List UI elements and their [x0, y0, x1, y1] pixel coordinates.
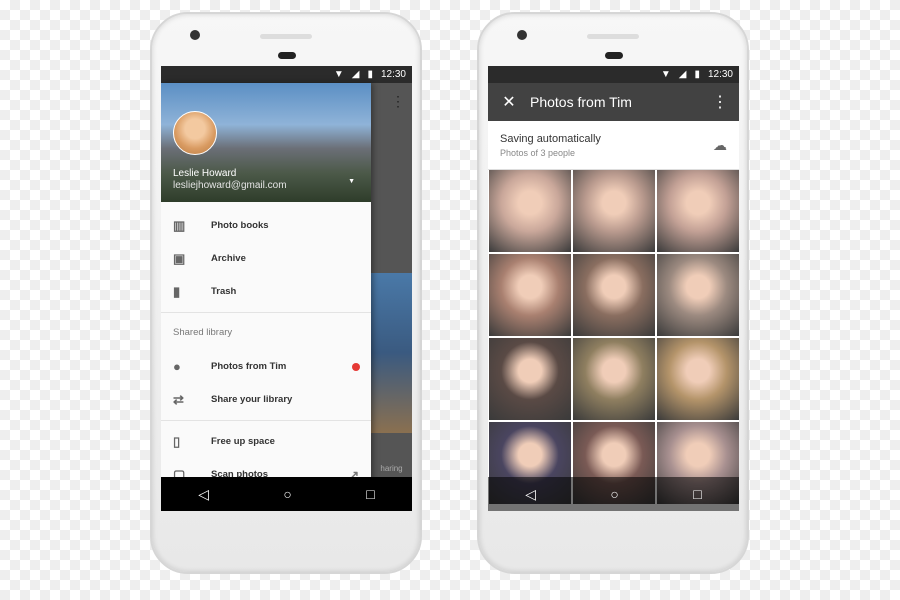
speaker	[587, 34, 639, 39]
notification-dot	[352, 362, 360, 371]
photo-thumbnail[interactable]	[489, 338, 571, 420]
battery-icon: ▮	[694, 69, 700, 80]
divider	[161, 420, 371, 421]
photo-thumbnail[interactable]	[573, 170, 655, 252]
divider	[161, 312, 371, 313]
left-screen: ▼ ◢ ▮ 12:30 ⋮ haring Leslie Howard lesliejh…	[161, 66, 412, 511]
page-title: Photos from Tim	[530, 94, 632, 110]
nav-bar: ◁ ○ □	[488, 477, 739, 511]
close-icon[interactable]: ✕	[488, 92, 530, 112]
photo-thumbnail[interactable]	[657, 338, 739, 420]
speaker	[260, 34, 312, 39]
chevron-down-icon[interactable]: ▼	[348, 178, 355, 185]
phone-check-icon: ▯	[173, 433, 181, 449]
more-icon: ⋮	[391, 93, 405, 109]
label: Photo books	[211, 220, 269, 231]
home-icon[interactable]: ○	[283, 486, 291, 502]
label: Trash	[211, 286, 237, 297]
trash-icon: ▮	[173, 283, 181, 299]
background-app: ⋮ haring	[371, 83, 412, 477]
battery-icon: ▮	[367, 69, 373, 80]
clock: 12:30	[707, 69, 733, 80]
menu-trash[interactable]: ▮ Trash	[161, 275, 371, 308]
menu-photos-from-tim[interactable]: ● Photos from Tim	[161, 350, 371, 383]
wifi-icon: ▼	[333, 69, 344, 80]
menu-share-library[interactable]: ⇄ Share your library	[161, 383, 371, 416]
saving-banner: Saving automatically Photos of 3 people …	[488, 121, 739, 170]
person-icon: ●	[173, 359, 181, 374]
status-bar: ▼ ◢ ▮ 12:30	[161, 66, 412, 83]
account-email: lesliejhoward@gmail.com	[173, 180, 287, 191]
label: Photos from Tim	[211, 361, 287, 372]
account-header: Leslie Howard lesliejhoward@gmail.com ▼	[161, 83, 371, 202]
tab-sharing[interactable]: haring	[371, 464, 412, 473]
camera	[190, 30, 200, 40]
back-icon[interactable]: ◁	[198, 486, 209, 503]
photo-thumbnail[interactable]	[573, 254, 655, 336]
toolbar: ✕ Photos from Tim ⋮	[488, 83, 739, 121]
share-icon: ⇄	[173, 391, 184, 407]
signal-icon: ◢	[351, 69, 360, 80]
camera	[517, 30, 527, 40]
recents-icon[interactable]: □	[366, 486, 374, 502]
wifi-icon: ▼	[660, 69, 671, 80]
section-header: Shared library	[173, 327, 233, 338]
signal-icon: ◢	[678, 69, 687, 80]
photo-thumbnail[interactable]	[489, 170, 571, 252]
photo-book-icon: ▥	[173, 217, 186, 233]
banner-subtitle: Photos of 3 people	[500, 148, 576, 158]
cloud-done-icon[interactable]: ☁	[713, 137, 727, 154]
sensor	[605, 52, 623, 59]
back-icon[interactable]: ◁	[525, 486, 536, 503]
menu-archive[interactable]: ▣ Archive	[161, 242, 371, 275]
photo-thumbnail[interactable]	[657, 254, 739, 336]
navigation-drawer: Leslie Howard lesliejhoward@gmail.com ▼ …	[161, 83, 371, 494]
photo-thumbnail[interactable]	[573, 338, 655, 420]
status-bar: ▼ ◢ ▮ 12:30	[488, 66, 739, 83]
clock: 12:30	[380, 69, 406, 80]
archive-icon: ▣	[173, 250, 186, 266]
more-icon[interactable]: ⋮	[701, 92, 739, 112]
banner-title: Saving automatically	[500, 133, 601, 145]
photo-thumbnail[interactable]	[489, 254, 571, 336]
menu-free-up-space[interactable]: ▯ Free up space	[161, 425, 371, 458]
label: Archive	[211, 253, 246, 264]
account-name: Leslie Howard	[173, 168, 237, 179]
label: Share your library	[211, 394, 293, 405]
sensor	[278, 52, 296, 59]
recents-icon[interactable]: □	[693, 486, 701, 502]
avatar[interactable]	[173, 111, 217, 155]
right-screen: ▼ ◢ ▮ 12:30 ✕ Photos from Tim ⋮ Saving auto…	[488, 66, 739, 511]
nav-bar: ◁ ○ □	[161, 477, 412, 511]
label: Free up space	[211, 436, 275, 447]
left-phone: ▼ ◢ ▮ 12:30 ⋮ haring Leslie Howard lesliejh…	[150, 12, 422, 574]
menu-photo-books[interactable]: ▥ Photo books	[161, 209, 371, 242]
photo-grid	[488, 170, 739, 504]
photo-thumbnail[interactable]	[657, 170, 739, 252]
background-photo	[371, 273, 412, 433]
home-icon[interactable]: ○	[610, 486, 618, 502]
right-phone: ▼ ◢ ▮ 12:30 ✕ Photos from Tim ⋮ Saving auto…	[477, 12, 749, 574]
